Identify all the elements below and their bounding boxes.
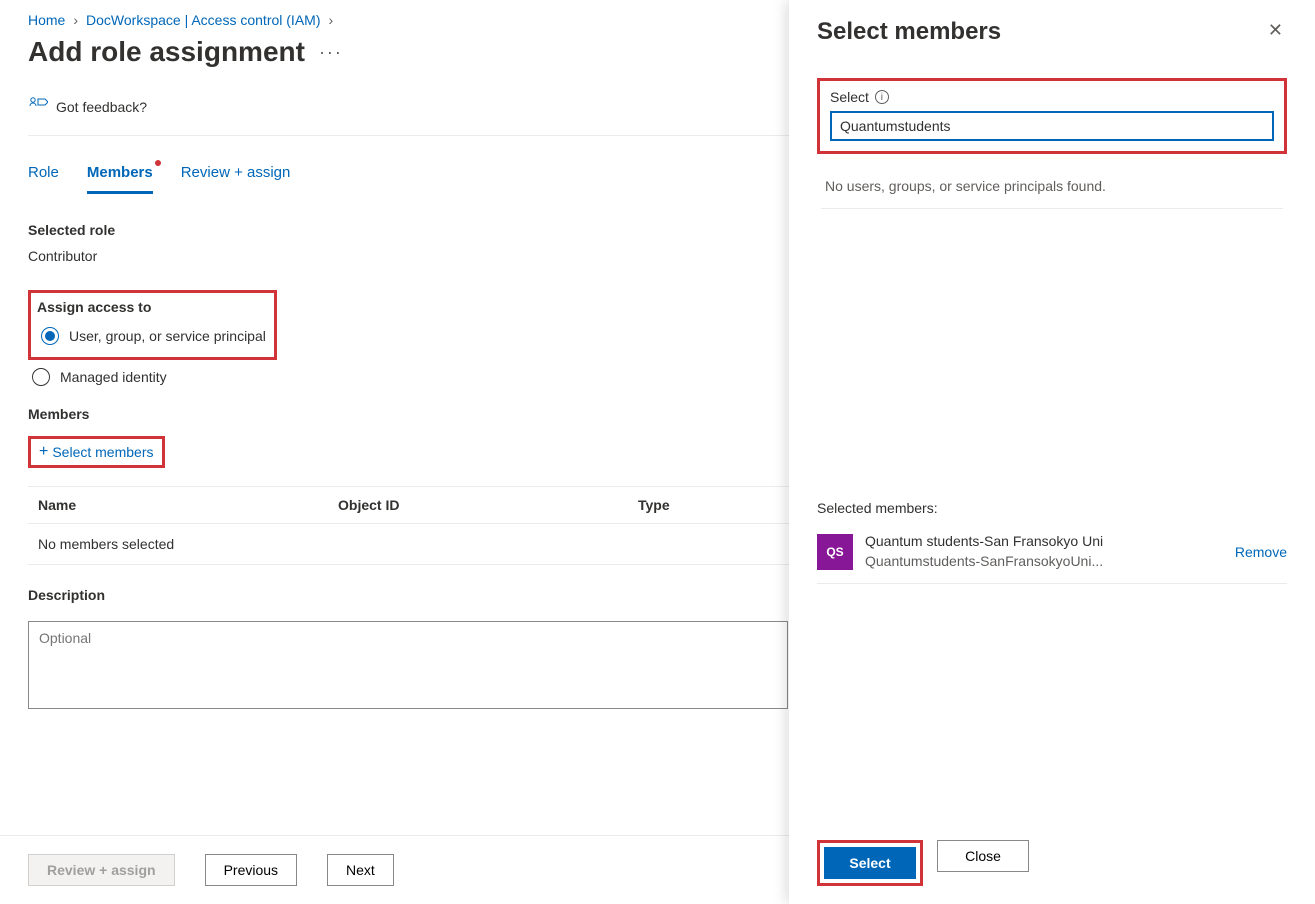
radio-user-group-sp[interactable]: User, group, or service principal <box>37 327 266 345</box>
feedback-label: Got feedback? <box>56 99 147 115</box>
avatar: QS <box>817 534 853 570</box>
highlight-select-input: Select i <box>817 78 1287 154</box>
tab-role[interactable]: Role <box>28 158 59 194</box>
no-results-message: No users, groups, or service principals … <box>821 172 1283 209</box>
select-button[interactable]: Select <box>824 847 916 879</box>
select-members-link-label: Select members <box>52 444 153 460</box>
select-members-panel: Select members ✕ Select i No users, grou… <box>789 0 1315 904</box>
tab-review-assign[interactable]: Review + assign <box>181 158 291 194</box>
close-icon[interactable]: ✕ <box>1264 18 1287 43</box>
col-objectid: Object ID <box>338 497 638 513</box>
select-field-label: Select i <box>830 89 1274 105</box>
plus-icon: + <box>39 444 48 460</box>
radio-managed-identity[interactable]: Managed identity <box>28 368 789 386</box>
breadcrumb-home[interactable]: Home <box>28 12 65 28</box>
highlight-assign-access: Assign access to User, group, or service… <box>28 290 277 360</box>
member-name: Quantum students-San Fransokyo Uni <box>865 532 1223 552</box>
radio-mi-label: Managed identity <box>60 369 167 385</box>
page-title: Add role assignment <box>28 36 305 68</box>
select-members-link[interactable]: + Select members <box>39 444 154 460</box>
member-subtitle: Quantumstudents-SanFransokyoUni... <box>865 552 1223 572</box>
tab-members-label: Members <box>87 164 153 181</box>
feedback-icon <box>28 96 48 117</box>
description-label: Description <box>28 587 789 603</box>
feedback-button[interactable]: Got feedback? <box>28 96 789 136</box>
info-icon[interactable]: i <box>875 90 889 104</box>
search-input[interactable] <box>830 111 1274 141</box>
breadcrumb-link[interactable]: DocWorkspace | Access control (IAM) <box>86 12 320 28</box>
selected-members-label: Selected members: <box>817 500 1287 516</box>
description-textarea[interactable] <box>28 621 788 709</box>
highlight-select-button: Select <box>817 840 923 886</box>
avatar-initials: QS <box>826 545 843 559</box>
radio-user-label: User, group, or service principal <box>69 328 266 344</box>
members-label: Members <box>28 406 789 422</box>
review-assign-button[interactable]: Review + assign <box>28 854 175 886</box>
previous-button[interactable]: Previous <box>205 854 297 886</box>
select-label-text: Select <box>830 89 869 105</box>
breadcrumb-sep-icon: › <box>73 12 78 28</box>
breadcrumb: Home › DocWorkspace | Access control (IA… <box>28 12 789 28</box>
radio-icon <box>41 327 59 345</box>
tab-members[interactable]: Members <box>87 158 153 194</box>
selected-role-label: Selected role <box>28 222 789 238</box>
close-button[interactable]: Close <box>937 840 1029 872</box>
selected-member-row: QS Quantum students-San Fransokyo Uni Qu… <box>817 532 1287 584</box>
members-table-header: Name Object ID Type <box>28 486 789 524</box>
panel-footer: Select Close <box>789 822 1315 904</box>
radio-icon <box>32 368 50 386</box>
breadcrumb-sep-icon: › <box>328 12 333 28</box>
selected-role-value: Contributor <box>28 248 789 264</box>
members-table-empty: No members selected <box>28 524 789 565</box>
footer: Review + assign Previous Next <box>0 835 789 904</box>
tabs: Role Members Review + assign <box>28 158 789 194</box>
dirty-indicator-icon <box>155 160 161 166</box>
assign-access-label: Assign access to <box>37 299 266 315</box>
panel-title: Select members <box>817 18 1001 46</box>
page-menu-icon[interactable]: ··· <box>319 42 343 63</box>
col-name: Name <box>28 497 338 513</box>
col-type: Type <box>638 497 789 513</box>
next-button[interactable]: Next <box>327 854 394 886</box>
highlight-select-members: + Select members <box>28 436 165 468</box>
remove-member-link[interactable]: Remove <box>1235 544 1287 560</box>
